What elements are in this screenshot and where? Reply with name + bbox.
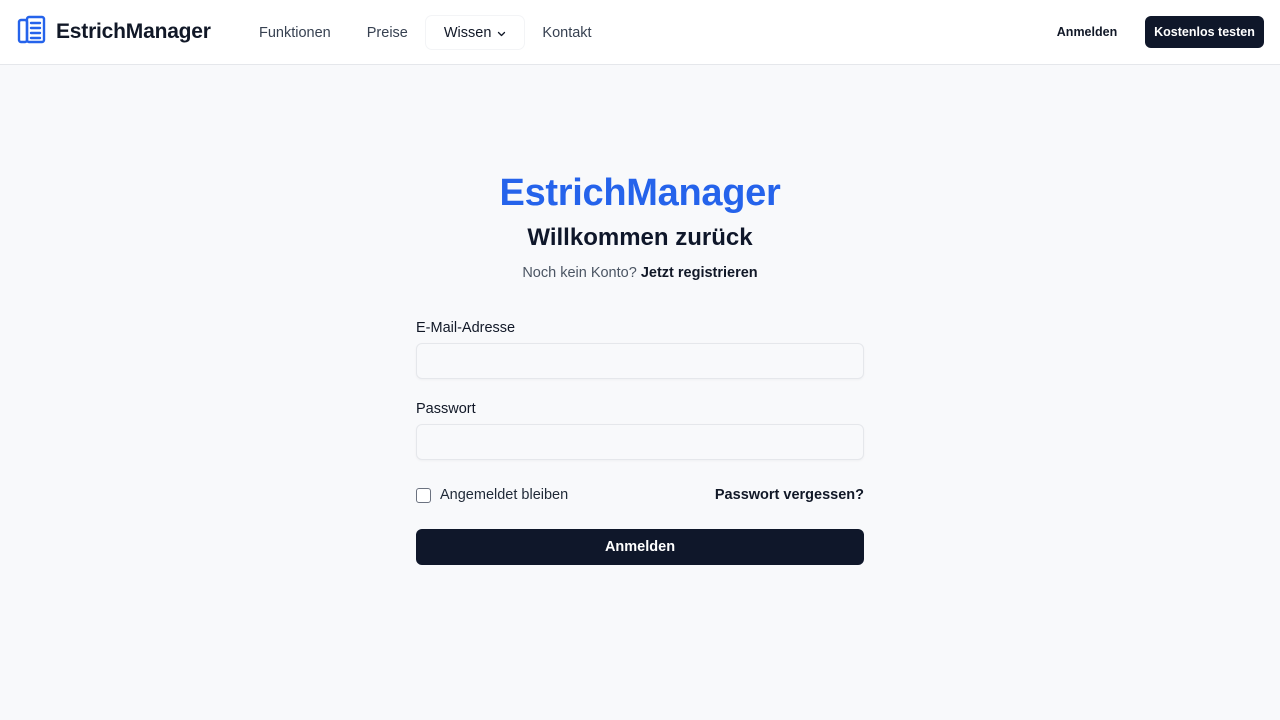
form-options-row: Angemeldet bleiben Passwort vergessen? [416, 486, 864, 504]
email-label: E-Mail-Adresse [416, 320, 516, 336]
page-brand-title: EstrichManager [499, 172, 781, 214]
password-input[interactable] [416, 424, 864, 460]
top-navbar: EstrichManager Funktionen Preise Wissen … [0, 0, 1280, 65]
password-field-group: Passwort [416, 401, 864, 460]
login-submit-button[interactable]: Anmelden [416, 529, 864, 565]
page-title: Willkommen zurück [527, 224, 753, 251]
nav-item-wissen[interactable]: Wissen [425, 16, 525, 49]
email-input[interactable] [416, 343, 864, 379]
remember-me-label: Angemeldet bleiben [440, 487, 569, 503]
login-form: E-Mail-Adresse Passwort Angemeldet bleib… [416, 320, 864, 565]
nav-item-wissen-label: Wissen [443, 24, 492, 41]
register-prompt: Noch kein Konto? Jetzt registrieren [0, 265, 1280, 281]
header-login-button[interactable]: Anmelden [1044, 16, 1130, 48]
free-trial-button[interactable]: Kostenlos testen [1145, 16, 1264, 48]
remember-me-checkbox[interactable] [416, 487, 431, 503]
email-field-group: E-Mail-Adresse [416, 320, 864, 379]
no-account-text: Noch kein Konto? [522, 265, 637, 281]
forgot-password-link[interactable]: Passwort vergessen? [715, 487, 864, 503]
chevron-down-icon [497, 25, 506, 41]
building-icon [16, 14, 47, 50]
brand-name: EstrichManager [56, 20, 211, 43]
nav-item-funktionen[interactable]: Funktionen [241, 16, 349, 49]
register-link[interactable]: Jetzt registrieren [641, 265, 758, 281]
remember-me[interactable]: Angemeldet bleiben [416, 487, 568, 503]
nav-item-preise[interactable]: Preise [349, 16, 426, 49]
nav-item-kontakt[interactable]: Kontakt [524, 16, 609, 49]
brand-logo-link[interactable]: EstrichManager [16, 14, 211, 50]
main-nav: Funktionen Preise Wissen Kontakt [241, 16, 610, 49]
password-label: Passwort [416, 401, 476, 417]
